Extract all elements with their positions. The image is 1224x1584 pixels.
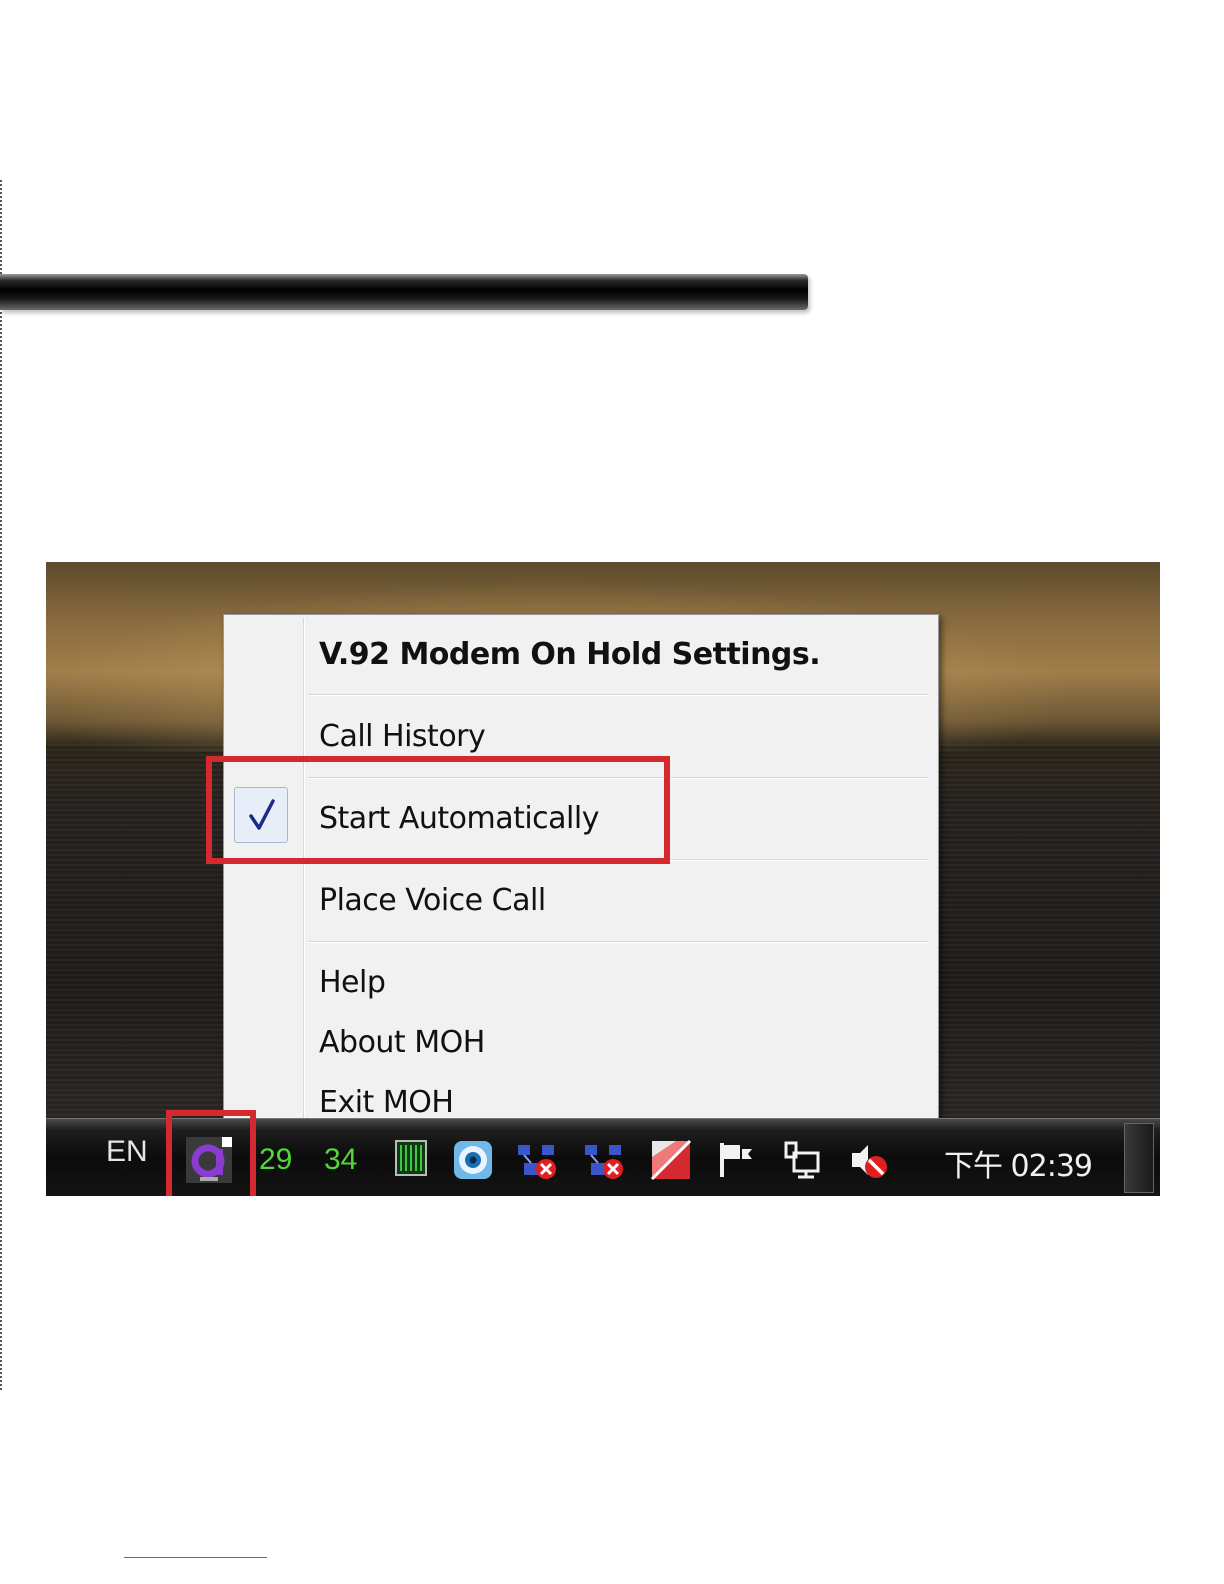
header-bar (0, 274, 808, 310)
menu-item-modem-on-hold-settings[interactable]: V.92 Modem On Hold Settings. (224, 623, 938, 683)
volume-muted-icon[interactable] (848, 1139, 890, 1181)
clock[interactable]: 下午 02:39 (944, 1141, 1093, 1185)
network-disconnected-icon[interactable] (516, 1139, 558, 1181)
page-left-edge (0, 180, 2, 1390)
menu-item-label: Help (319, 965, 386, 1000)
menu-item-place-voice-call[interactable]: Place Voice Call (224, 869, 938, 929)
action-center-flag-icon[interactable] (716, 1139, 758, 1181)
menu-separator (308, 694, 928, 696)
menu-item-about-moh[interactable]: About MOH (224, 1011, 938, 1071)
menu-item-label: Place Voice Call (319, 883, 546, 918)
tray-number[interactable]: 34 (324, 1143, 357, 1177)
tray-context-menu: V.92 Modem On Hold Settings. Call Histor… (223, 614, 939, 1138)
show-desktop-button[interactable] (1124, 1123, 1154, 1193)
red-app-icon[interactable] (650, 1139, 692, 1181)
eye-icon[interactable] (452, 1139, 494, 1181)
menu-item-label: V.92 Modem On Hold Settings. (319, 637, 821, 672)
footnote-rule (124, 1557, 267, 1558)
menu-separator (308, 941, 928, 943)
network-disconnected-icon[interactable] (583, 1139, 625, 1181)
cpu-meter-icon[interactable] (392, 1139, 434, 1181)
desktop-screenshot: V.92 Modem On Hold Settings. Call Histor… (46, 562, 1160, 1196)
language-indicator[interactable]: EN (106, 1135, 148, 1169)
menu-item-help[interactable]: Help (224, 951, 938, 1011)
highlight-box-tray-icon (166, 1110, 256, 1196)
menu-item-label: About MOH (319, 1025, 485, 1060)
menu-item-label: Call History (319, 719, 486, 754)
network-icon[interactable] (782, 1139, 824, 1181)
tray-number[interactable]: 29 (259, 1143, 292, 1177)
highlight-box-start-automatically (206, 756, 670, 864)
menu-item-label: Exit MOH (319, 1085, 454, 1120)
